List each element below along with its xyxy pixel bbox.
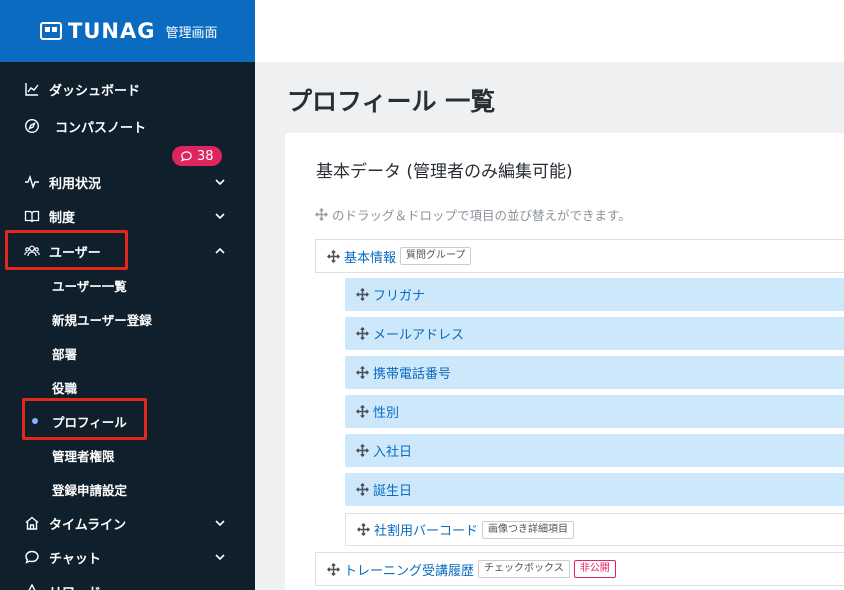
move-icon [315,208,328,221]
field-label-link[interactable]: 誕生日 [373,480,412,499]
section-title: 基本データ (管理者のみ編集可能) [316,162,573,182]
private-tag: 非公開 [573,560,616,578]
sidebar-item-label: チャット [49,551,101,567]
sidebar-item-label: 制度 [49,210,76,226]
brand-header[interactable]: TUNAG 管理画面 [0,0,255,62]
book-icon [24,208,40,224]
chat-bubble-icon [181,150,192,162]
sidebar-item-system[interactable]: 制度 [0,201,255,231]
chart-line-icon [24,81,40,97]
field-label-link[interactable]: 入社日 [373,441,412,460]
field-label-link[interactable]: メールアドレス [373,324,464,343]
profile-field-email[interactable]: メールアドレス [345,317,844,350]
drag-hint-text: のドラッグ＆ドロップで項目の並び替えができます。 [332,208,631,223]
drag-handle-icon[interactable] [356,366,369,379]
sidebar-subitem-label: ユーザー一覧 [52,278,127,294]
group-label-link[interactable]: トレーニング受講履歴 [344,560,474,579]
group-type-tag: 質問グループ [400,247,472,265]
top-bar [255,0,844,62]
sidebar-subitem-label: 部署 [52,346,78,362]
sidebar-item-label: 利用状況 [49,176,102,192]
sidebar-subitem-label: 役職 [52,380,78,396]
brand-subtitle: 管理画面 [165,25,218,41]
drag-hint: のドラッグ＆ドロップで項目の並び替えができます。 [315,205,631,224]
profile-field-barcode[interactable]: 社割用バーコード 画像つき詳細項目 [345,513,844,546]
compass-icon [24,118,40,134]
page-title: プロフィール 一覧 [287,87,496,116]
sidebar-subitem-label: 新規ユーザー登録 [52,312,152,328]
sidebar-subitem-user-list[interactable]: ユーザー一覧 [0,270,255,300]
drag-handle-icon[interactable] [356,327,369,340]
field-type-tag: 画像つき詳細項目 [482,520,575,539]
drag-handle-icon[interactable] [356,288,369,301]
chat-count-badge[interactable]: 38 [172,146,222,166]
group-type-tag: チェックボックス [478,560,570,578]
brand-name: TUNAG [68,19,156,43]
sidebar-item-usage[interactable]: 利用状況 [0,167,255,197]
field-label-link[interactable]: 社割用バーコード [374,520,478,539]
chat-icon [24,549,40,565]
sidebar-subitem-label: 登録申請設定 [52,482,128,498]
profile-field-furigana[interactable]: フリガナ [345,278,844,311]
chevron-down-icon[interactable] [213,516,227,530]
sidebar-subitem-departments[interactable]: 部署 [0,338,255,368]
chevron-down-icon[interactable] [213,209,227,223]
badge-count: 38 [197,148,214,164]
highlight-box-users [5,230,128,270]
sidebar-item-reward[interactable]: リワード [0,576,255,590]
profile-field-join-date[interactable]: 入社日 [345,434,844,467]
profile-field-mobile-phone[interactable]: 携帯電話番号 [345,356,844,389]
field-label-link[interactable]: フリガナ [373,285,425,304]
sidebar-item-label: コンパスノート [55,120,147,136]
chevron-down-icon[interactable] [213,175,227,189]
sidebar-item-label: リワード [49,582,101,590]
group-label-link[interactable]: 基本情報 [344,247,396,266]
sidebar-item-timeline[interactable]: タイムライン [0,508,255,538]
sidebar-subitem-new-user[interactable]: 新規ユーザー登録 [0,304,255,334]
drag-handle-icon[interactable] [327,249,340,263]
sidebar: TUNAG 管理画面 ダッシュボード コンパスノート 利用状況 制度 ユーザー … [0,0,255,590]
sidebar-subitem-label: 管理者権限 [52,448,115,464]
sidebar-subitem-registration-settings[interactable]: 登録申請設定 [0,474,255,504]
profile-field-gender[interactable]: 性別 [345,395,844,428]
drag-handle-icon[interactable] [356,483,369,496]
chevron-down-icon[interactable] [213,550,227,564]
field-label-link[interactable]: 性別 [373,402,399,421]
profile-group-basic-info[interactable]: 基本情報 質問グループ [315,239,844,273]
sidebar-item-dashboard[interactable]: ダッシュボード [0,74,255,104]
drag-handle-icon[interactable] [356,405,369,418]
drag-handle-icon[interactable] [357,523,370,536]
activity-icon [24,174,40,190]
sidebar-item-label: ダッシュボード [49,83,141,99]
sidebar-item-label: タイムライン [49,517,127,533]
profile-group-training-history[interactable]: トレーニング受講履歴 チェックボックス 非公開 [315,552,844,586]
sidebar-subitem-admin-permissions[interactable]: 管理者権限 [0,440,255,470]
field-label-link[interactable]: 携帯電話番号 [373,363,451,382]
sidebar-item-chat[interactable]: チャット [0,542,255,572]
chevron-up-icon[interactable] [213,244,227,258]
sidebar-item-compass-note[interactable]: コンパスノート [0,111,255,141]
profile-field-birthday[interactable]: 誕生日 [345,473,844,506]
tunag-logo-icon [40,22,62,40]
highlight-box-profile [22,398,147,440]
reward-icon [24,583,40,590]
home-icon [24,515,40,531]
drag-handle-icon[interactable] [356,444,369,457]
drag-handle-icon[interactable] [327,562,340,576]
